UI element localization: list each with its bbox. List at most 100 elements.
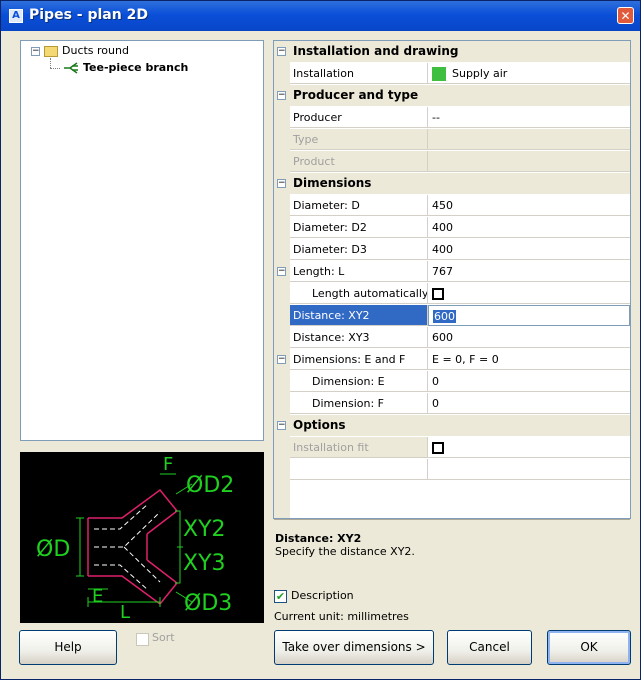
property-grid[interactable]: − Installation and drawing Installation …	[273, 40, 631, 519]
cancel-button[interactable]: Cancel	[447, 630, 532, 665]
distance-xy3-value[interactable]: 600	[428, 327, 630, 348]
collapse-icon[interactable]: −	[277, 91, 286, 100]
app-icon: A	[9, 9, 23, 23]
product-value	[428, 151, 630, 172]
property-label: Product	[290, 151, 428, 172]
row-producer[interactable]: Producer --	[274, 107, 630, 129]
row-distance-xy3[interactable]: Distance: XY3 600	[274, 327, 630, 349]
row-installation[interactable]: Installation Supply air	[274, 63, 630, 85]
diameter-d2-value[interactable]: 400	[428, 217, 630, 238]
installation-value[interactable]: Supply air	[428, 63, 630, 84]
dimension-f-value[interactable]: 0	[428, 393, 630, 414]
pipes-dialog: A Pipes - plan 2D ✕ − Ducts round Tee-pie…	[0, 0, 641, 680]
label-d: ØD	[36, 537, 70, 562]
producer-value[interactable]: --	[428, 107, 630, 128]
description-checkbox[interactable]: ✔	[274, 589, 287, 603]
property-label: Installation	[290, 63, 428, 84]
type-value	[428, 129, 630, 150]
tee-piece-preview: ØD ØD2 ØD3 XY2 XY3 E F L	[20, 452, 264, 623]
component-tree[interactable]: − Ducts round	[20, 40, 264, 441]
property-label: Dimension: F	[290, 393, 428, 414]
label-l: L	[120, 602, 130, 623]
tree-item-label: Ducts round	[62, 44, 129, 57]
property-label: Length: L	[290, 261, 428, 282]
help-button[interactable]: Help	[19, 630, 117, 665]
collapse-icon[interactable]: −	[277, 421, 286, 430]
row-installation-fit[interactable]: Installation fit	[274, 437, 630, 459]
dimension-e-value[interactable]: 0	[428, 371, 630, 392]
row-product: Product	[274, 151, 630, 173]
row-type: Type	[274, 129, 630, 151]
help-description: Specify the distance XY2.	[275, 545, 415, 558]
row-diameter-d2[interactable]: Diameter: D2 400	[274, 217, 630, 239]
collapse-icon[interactable]: −	[277, 267, 286, 276]
label-e: E	[92, 586, 103, 607]
title-bar[interactable]: A Pipes - plan 2D ✕	[1, 1, 640, 31]
category-options[interactable]: − Options	[274, 415, 630, 437]
row-dimensions-ef[interactable]: − Dimensions: E and F E = 0, F = 0	[274, 349, 630, 371]
label-f: F	[163, 454, 173, 475]
label-xy2: XY2	[183, 517, 226, 542]
row-length-l[interactable]: − Length: L 767	[274, 261, 630, 283]
length-automatically-value[interactable]	[428, 283, 630, 304]
ok-button[interactable]: OK	[547, 630, 631, 665]
property-label: Type	[290, 129, 428, 150]
sort-checkbox	[136, 632, 149, 646]
window-title: Pipes - plan 2D	[29, 7, 148, 23]
category-dimensions[interactable]: − Dimensions	[274, 173, 630, 195]
collapse-icon[interactable]: −	[277, 355, 286, 364]
row-diameter-d[interactable]: Diameter: D 450	[274, 195, 630, 217]
checkmark-icon: ✔	[274, 589, 287, 603]
label-d3: ØD3	[184, 591, 232, 616]
installation-fit-value[interactable]	[428, 437, 630, 458]
row-dimension-f[interactable]: Dimension: F 0	[274, 393, 630, 415]
current-unit-label: Current unit: millimetres	[274, 610, 409, 623]
dimensions-ef-value[interactable]: E = 0, F = 0	[428, 349, 630, 370]
row-distance-xy2[interactable]: Distance: XY2 600	[274, 305, 630, 327]
help-title: Distance: XY2	[275, 532, 362, 545]
label-xy3: XY3	[183, 551, 226, 576]
property-label: Diameter: D3	[290, 239, 428, 260]
label-d2: ØD2	[186, 473, 234, 498]
collapse-icon[interactable]: −	[277, 179, 286, 188]
row-dimension-e[interactable]: Dimension: E 0	[274, 371, 630, 393]
category-installation[interactable]: − Installation and drawing	[274, 41, 630, 63]
diameter-d3-value[interactable]: 400	[428, 239, 630, 260]
color-swatch	[432, 67, 446, 81]
collapse-icon[interactable]: −	[277, 47, 286, 56]
collapse-icon[interactable]: −	[31, 46, 40, 56]
description-label[interactable]: Description	[291, 589, 354, 602]
property-label: Distance: XY2	[290, 305, 428, 326]
installation-fit-checkbox[interactable]	[432, 442, 444, 454]
category-label: Dimensions	[293, 176, 372, 190]
category-producer[interactable]: − Producer and type	[274, 85, 630, 107]
close-button[interactable]: ✕	[617, 7, 634, 24]
tree-item-label: Tee-piece branch	[83, 61, 189, 74]
property-label: Distance: XY3	[290, 327, 428, 348]
tree-item-tee-piece[interactable]: Tee-piece branch	[63, 60, 188, 76]
category-label: Producer and type	[293, 88, 419, 102]
tee-piece-icon	[64, 62, 78, 74]
sort-label: Sort	[152, 631, 175, 644]
tree-connector	[50, 58, 51, 68]
property-label: Dimensions: E and F	[290, 349, 428, 370]
length-l-value[interactable]: 767	[428, 261, 630, 282]
property-label: Diameter: D2	[290, 217, 428, 238]
distance-xy2-input[interactable]: 600	[428, 305, 630, 326]
property-label: Length automatically	[290, 283, 428, 304]
take-over-dimensions-button[interactable]: Take over dimensions >	[274, 630, 434, 665]
row-diameter-d3[interactable]: Diameter: D3 400	[274, 239, 630, 261]
diameter-d-value[interactable]: 450	[428, 195, 630, 216]
property-label: Dimension: E	[290, 371, 428, 392]
property-label: Installation fit	[290, 437, 428, 458]
property-help-panel: Distance: XY2 Specify the distance XY2.	[274, 519, 630, 580]
folder-icon	[44, 45, 58, 57]
tree-item-ducts-round[interactable]: − Ducts round	[31, 43, 129, 59]
property-label: Producer	[290, 107, 428, 128]
category-label: Options	[293, 418, 346, 432]
property-label: Diameter: D	[290, 195, 428, 216]
row-length-automatically[interactable]: Length automatically	[274, 283, 630, 305]
tree-connector	[50, 68, 60, 69]
row-empty	[274, 459, 630, 481]
length-automatically-checkbox[interactable]	[432, 288, 444, 300]
